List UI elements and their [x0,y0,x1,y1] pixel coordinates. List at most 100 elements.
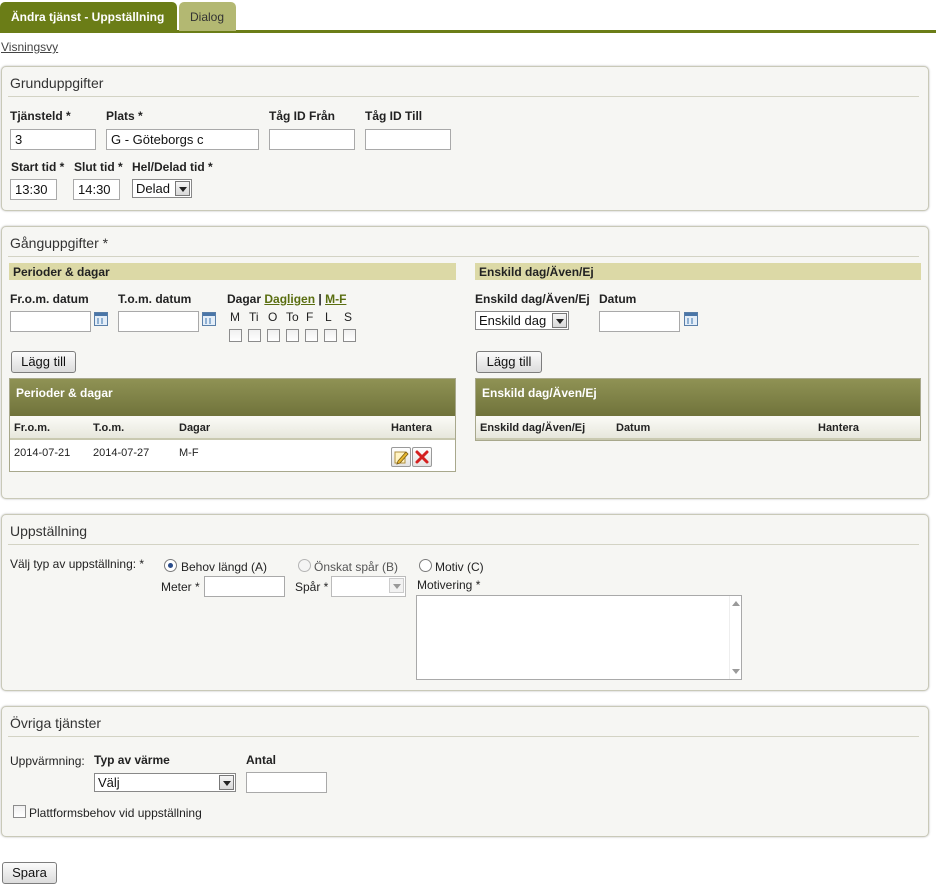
col-header: Dagar [179,422,211,434]
tab-andra-tjanst[interactable]: Ändra tjänst - Uppställning [0,2,177,31]
meter-input[interactable] [204,576,285,597]
day-label-l: L [325,310,332,324]
dagligen-link[interactable]: Dagligen [264,292,315,306]
datum-label: Datum [599,292,637,306]
radio-onskat-spar[interactable] [298,559,311,572]
calendar-icon[interactable] [94,312,108,326]
motivering-textarea[interactable] [416,595,742,680]
section-title: Uppställning [10,523,88,539]
plattformsbehov-label: Plattformsbehov vid uppställning [29,806,202,820]
enskild-type-label: Enskild dag/Även/Ej [475,292,590,306]
datum-input[interactable] [599,311,680,332]
day-label-m: M [230,310,240,324]
day-checkbox-m[interactable] [229,329,242,342]
chevron-down-icon [389,578,404,593]
radio-label: Behov längd (A) [181,560,268,574]
ovriga-section: Övriga tjänster Uppvärmning: Typ av värm… [1,706,929,837]
mf-link[interactable]: M-F [325,292,346,306]
link-separator: | [318,292,322,306]
spar-label: Spår * [295,580,329,594]
tab-dialog[interactable]: Dialog [179,2,236,31]
typ-av-varme-label: Typ av värme [94,753,170,767]
cell-from: 2014-07-21 [14,447,71,459]
start-tid-input[interactable]: 13:30 [10,179,57,200]
table-row: 2014-07-21 2014-07-27 M-F [10,441,455,471]
divider [8,736,919,737]
tom-datum-input[interactable] [118,311,199,332]
radio-label: Motiv (C) [435,560,484,574]
hel-delad-select[interactable]: Delad [132,179,192,198]
col-header: Datum [616,422,651,434]
scroll-up-icon[interactable] [732,601,740,606]
col-header: T.o.m. [93,422,125,434]
radio-behov-langd[interactable] [164,559,177,572]
day-label-s: S [344,310,353,324]
lagg-till-period-button[interactable]: Lägg till [11,351,76,373]
plattformsbehov-checkbox[interactable] [13,805,26,818]
day-label-f: F [306,310,314,324]
typ-av-varme-select[interactable]: Välj [94,773,236,792]
grid-title: Enskild dag/Även/Ej [476,379,920,416]
perioder-grid: Perioder & dagar Fr.o.m. T.o.m. Dagar Ha… [9,378,456,472]
calendar-icon[interactable] [202,312,216,326]
day-checkbox-f[interactable] [305,329,318,342]
day-checkbox-l[interactable] [324,329,337,342]
motivering-label: Motivering * [417,578,481,592]
calendar-icon[interactable] [684,312,698,326]
delete-button[interactable] [412,447,432,467]
tag-id-fran-label: Tåg ID Från [269,109,336,123]
grunduppgifter-section: Grunduppgifter Tjänsteld * 3 Plats * G -… [1,66,929,211]
section-title: Gånguppgifter * [10,235,109,251]
visningsvy-link[interactable]: Visningsvy [1,40,58,54]
meter-label: Meter * [161,580,200,594]
col-header: Enskild dag/Även/Ej [480,422,586,434]
grid-title: Perioder & dagar [10,379,455,416]
from-datum-input[interactable] [10,311,91,332]
day-checkbox-o[interactable] [267,329,280,342]
radio-motiv[interactable] [419,559,432,572]
ganguppgifter-section: Gånguppgifter * Perioder & dagar Fr.o.m.… [1,226,929,499]
slut-tid-input[interactable]: 14:30 [73,179,120,200]
day-label-to: To [286,310,299,324]
tjansteid-input[interactable]: 3 [10,129,96,150]
enskild-type-select[interactable]: Enskild dag [475,311,569,330]
chevron-down-icon [552,313,567,328]
perioder-header: Perioder & dagar [9,263,456,280]
scrollbar[interactable] [729,596,741,679]
day-checkbox-ti[interactable] [248,329,261,342]
day-label-ti: Ti [249,310,259,324]
edit-button[interactable] [391,447,411,467]
antal-input[interactable] [246,772,327,793]
uppvarmning-label: Uppvärmning: [10,754,85,768]
tab-bar: Ändra tjänst - Uppställning Dialog [0,0,936,33]
plats-label: Plats * [106,109,143,123]
col-header: Hantera [391,422,432,434]
spara-button[interactable]: Spara [2,862,57,884]
chevron-down-icon [219,775,234,790]
tag-id-till-label: Tåg ID Till [365,109,423,123]
hel-delad-value: Delad [136,181,170,196]
uppstallning-type-label: Välj typ av uppställning: * [10,557,145,571]
day-checkbox-s[interactable] [343,329,356,342]
tag-id-till-input[interactable] [365,129,451,150]
uppstallning-section: Uppställning Välj typ av uppställning: *… [1,514,929,691]
delete-x-icon [415,450,429,464]
col-header: Fr.o.m. [14,422,51,434]
plats-input[interactable]: G - Göteborgs c [106,129,259,150]
from-datum-label: Fr.o.m. datum [10,292,89,306]
lagg-till-enskild-button[interactable]: Lägg till [476,351,542,373]
slut-tid-label: Slut tid * [74,160,123,174]
cell-dagar: M-F [179,447,199,459]
spar-select[interactable] [331,576,406,597]
section-title: Grunduppgifter [10,75,104,91]
day-checkbox-to[interactable] [286,329,299,342]
grid-header: Fr.o.m. T.o.m. Dagar Hantera [10,416,455,440]
tag-id-fran-input[interactable] [269,129,355,150]
scroll-down-icon[interactable] [732,669,740,674]
day-label-o: O [268,310,278,324]
grid-header: Enskild dag/Även/Ej Datum Hantera [476,416,920,440]
section-title: Övriga tjänster [10,715,102,731]
chevron-down-icon [175,181,190,196]
tom-datum-label: T.o.m. datum [118,292,192,306]
divider [8,96,919,97]
